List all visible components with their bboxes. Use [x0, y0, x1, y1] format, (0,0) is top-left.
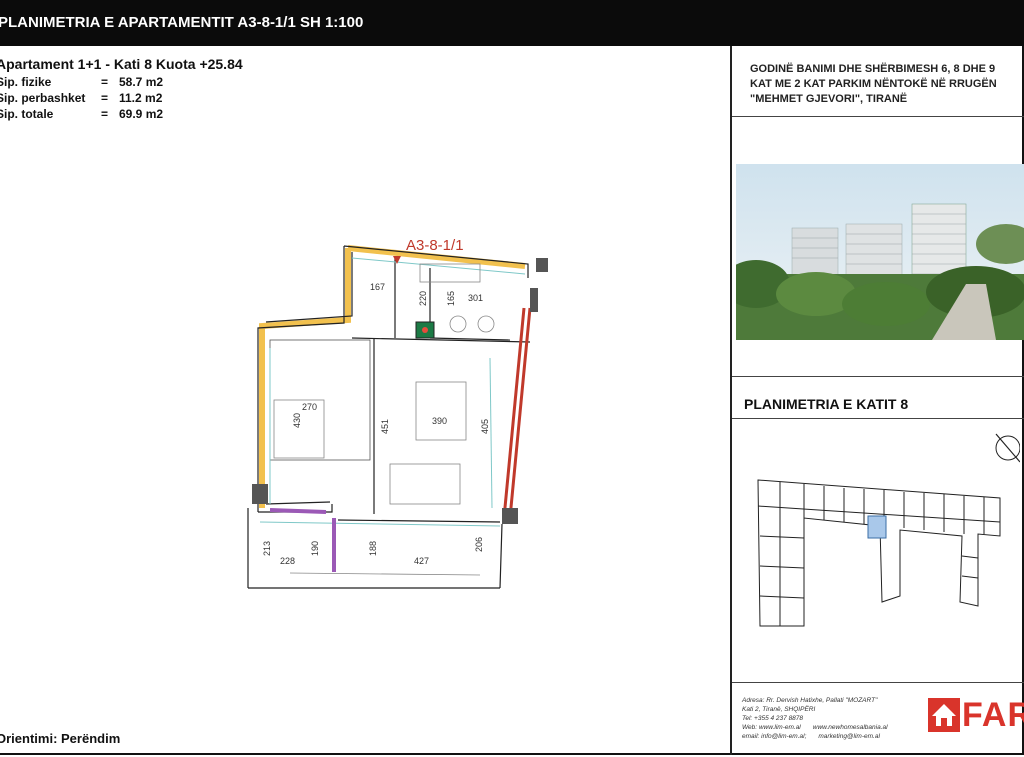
email-link: marketing@lim-em.al — [818, 733, 880, 740]
render-svg — [736, 164, 1024, 340]
dimension-label: 213 — [262, 541, 272, 556]
dimension-label: 165 — [446, 291, 456, 306]
floor-plan-title: PLANIMETRIA E KATIT 8 — [744, 396, 909, 412]
project-title: GODINË BANIMI DHE SHËRBIMESH 6, 8 DHE 9 … — [750, 62, 997, 107]
area-row: Sip. perbashket = 11.2 m2 — [0, 90, 163, 106]
floor-plan-svg: A3-8-1/1 167 220 165 301 270 430 451 390… — [247, 237, 548, 589]
address-line: Adresa: Rr. Dervish Hatixhe, Pallati "MO… — [742, 697, 878, 704]
project-title-line: "MEHMET GJEVORI", TIRANË — [750, 93, 908, 105]
apartment-floor-plan: A3-8-1/1 167 220 165 301 270 430 451 390… — [230, 228, 560, 603]
area-row: Sip. totale = 69.9 m2 — [0, 106, 163, 122]
area-value: 58.7 m2 — [119, 75, 164, 89]
address-line: Kati 2, Tiranë, SHQIPËRI — [742, 706, 816, 713]
web-link: www.newhomesalbania.al — [812, 724, 888, 731]
key-plan-svg — [757, 433, 1021, 627]
area-label: Sip. totale — [0, 107, 54, 121]
divider — [732, 418, 1024, 419]
divider — [732, 376, 1024, 377]
dimension-label: 206 — [474, 537, 484, 552]
dimension-label: 188 — [368, 541, 378, 556]
apartment-info: Apartament 1+1 - Kati 8 Kuota +25.84 Sip… — [0, 56, 243, 122]
contact-info: Adresa: Rr. Dervish Hatixhe, Pallati "MO… — [742, 696, 888, 741]
area-table: Sip. fizike = 58.7 m2 Sip. perbashket = … — [0, 74, 163, 122]
unit-label: A3-8-1/1 — [406, 237, 464, 254]
project-title-line: KAT ME 2 KAT PARKIM NËNTOKË NË RRUGËN — [750, 78, 997, 90]
dimension-label: 228 — [280, 556, 295, 566]
apartment-heading: Apartament 1+1 - Kati 8 Kuota +25.84 — [0, 56, 243, 72]
building-render-image — [736, 164, 1024, 340]
dimension-label: 427 — [414, 556, 429, 566]
orientation-label: Orientimi: Perëndim — [0, 731, 121, 746]
email-row: email: info@lim-em.al; marketing@lim-em.a… — [742, 732, 888, 741]
dimension-label: 167 — [370, 282, 385, 292]
dimension-label: 270 — [302, 402, 317, 412]
columns — [252, 258, 548, 524]
logo-text: FARK — [962, 696, 1024, 734]
building-outline — [757, 479, 1001, 627]
project-title-line: GODINË BANIMI DHE SHËRBIMESH 6, 8 DHE 9 — [750, 63, 996, 75]
window-lines — [259, 257, 526, 527]
dimension-label: 301 — [468, 293, 483, 303]
header-bar: PLANIMETRIA E APARTAMENTIT A3-8-1/1 SH 1… — [0, 0, 1024, 46]
divider — [732, 116, 1024, 117]
dimension-label: 190 — [310, 541, 320, 556]
dimension-label: 430 — [292, 413, 302, 428]
area-label: Sip. perbashket — [0, 91, 86, 105]
area-eq: = — [101, 75, 109, 89]
area-value: 69.9 m2 — [119, 107, 164, 121]
area-label: Sip. fizike — [0, 75, 52, 89]
highlighted-unit — [867, 515, 887, 539]
appliance-indicator — [422, 327, 428, 333]
dimension-label: 405 — [480, 419, 490, 434]
email-link: email: info@lim-em.al; — [742, 733, 807, 740]
page-title: PLANIMETRIA E APARTAMENTIT A3-8-1/1 SH 1… — [0, 14, 364, 31]
area-value: 11.2 m2 — [119, 91, 163, 105]
logo-house-icon — [928, 698, 960, 732]
floor-key-plan — [750, 426, 1021, 651]
wall-lines — [247, 245, 531, 589]
north-arrow-icon — [995, 433, 1021, 463]
web-link: Web: www.lim-em.al — [742, 724, 801, 731]
dimension-label: 390 — [432, 416, 447, 426]
web-row: Web: www.lim-em.al www.newhomesalbania.al — [742, 723, 888, 732]
area-row: Sip. fizike = 58.7 m2 — [0, 74, 163, 90]
area-eq: = — [101, 107, 109, 121]
phone: Tel: +355 4 237 8878 — [742, 715, 804, 722]
dimension-label: 451 — [380, 419, 390, 434]
area-eq: = — [101, 91, 109, 105]
dimension-label: 220 — [418, 291, 428, 306]
outer-walls — [259, 245, 526, 508]
divider — [732, 682, 1024, 683]
company-logo: FARK — [928, 698, 1024, 732]
title-block: GODINË BANIMI DHE SHËRBIMESH 6, 8 DHE 9 … — [732, 46, 1024, 755]
